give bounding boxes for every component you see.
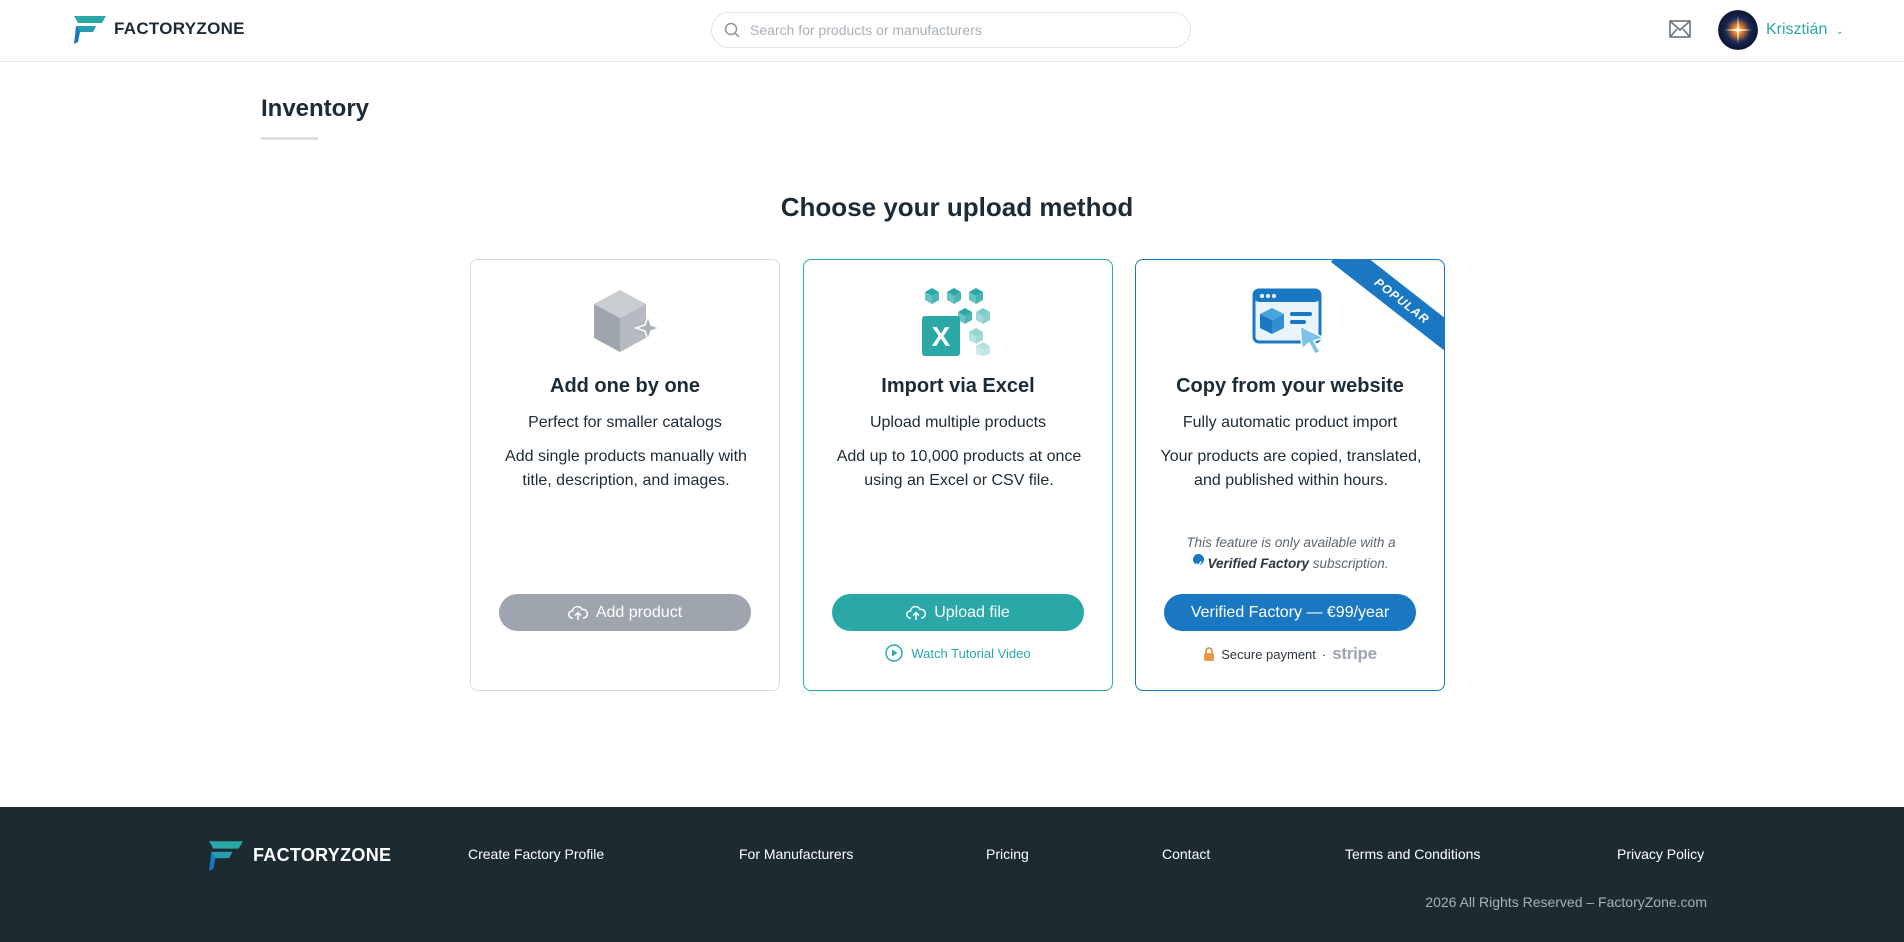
stripe-logo: stripe (1332, 644, 1377, 663)
verified-check-icon (1193, 554, 1205, 567)
note-bold: Verified Factory (1207, 556, 1309, 571)
separator: · (1321, 646, 1327, 662)
chevron-down-icon: ⌄ (1835, 25, 1844, 37)
secure-payment-info: Secure payment · stripe (1136, 644, 1444, 664)
title-underline (261, 137, 318, 140)
avatar (1718, 10, 1758, 50)
messages-button[interactable] (1669, 20, 1691, 43)
copyright-text: 2026 All Rights Reserved – FactoryZone.c… (1425, 894, 1707, 910)
add-product-button[interactable]: Add product (499, 594, 751, 631)
note-prefix: This feature is only available with a (1186, 535, 1396, 550)
card-subtitle: Upload multiple products (869, 414, 1047, 431)
site-logo[interactable]: FACTORYZONE (72, 14, 245, 44)
svg-text:X: X (932, 321, 951, 352)
excel-cubes-icon: X (922, 288, 990, 356)
footer-link-create-factory-profile[interactable]: Create Factory Profile (468, 846, 604, 862)
card-subtitle: Perfect for smaller catalogs (528, 414, 722, 431)
upload-file-button[interactable]: Upload file (832, 594, 1084, 631)
cloud-upload-icon (906, 605, 927, 620)
factoryzone-logo-icon (74, 16, 106, 44)
footer-link-pricing[interactable]: Pricing (986, 846, 1029, 862)
footer-link-privacy[interactable]: Privacy Policy (1617, 846, 1704, 862)
search-icon (724, 22, 740, 38)
button-label: Add product (595, 603, 683, 621)
secure-label: Secure payment (1221, 646, 1316, 662)
note-suffix: subscription. (1312, 556, 1389, 571)
card-description: Add up to 10,000 products at once using … (836, 448, 1082, 489)
user-menu[interactable]: Krisztián ⌄ (1718, 10, 1844, 50)
page-title: Inventory (261, 95, 370, 122)
button-label: Upload file (934, 603, 1010, 621)
card-subtitle: Fully automatic product import (1182, 414, 1398, 431)
card-title: Add one by one (550, 375, 700, 397)
factoryzone-logo-icon (209, 841, 243, 871)
logo-text: FACTORYZONE (114, 19, 245, 38)
play-circle-icon (885, 644, 904, 662)
footer-link-for-manufacturers[interactable]: For Manufacturers (739, 846, 853, 862)
mail-icon (1669, 20, 1691, 38)
site-footer: FACTORYZONE Create Factory Profile For M… (0, 807, 1904, 942)
card-add-one-by-one: Add one by one Perfect for smaller catal… (470, 259, 780, 691)
cloud-upload-icon (567, 605, 588, 620)
lock-icon (1204, 647, 1215, 661)
card-import-excel: X Import via Excel Upload multiple produ… (803, 259, 1113, 691)
search-bar[interactable] (711, 12, 1191, 48)
footer-logo[interactable]: FACTORYZONE (207, 839, 391, 871)
card-title: Import via Excel (881, 375, 1035, 397)
box-sparkle-icon (594, 290, 662, 352)
card-copy-website: POPULAR Copy from your website Fully aut… (1135, 259, 1445, 691)
tutorial-label: Watch Tutorial Video (911, 645, 1031, 661)
footer-link-contact[interactable]: Contact (1162, 846, 1210, 862)
user-name: Krisztián (1766, 21, 1828, 38)
footer-link-terms[interactable]: Terms and Conditions (1345, 846, 1480, 862)
verified-factory-button[interactable]: Verified Factory — €99/year (1164, 594, 1416, 631)
card-description: Your products are copied, translated, an… (1160, 448, 1422, 489)
search-input[interactable] (750, 22, 1170, 38)
watch-tutorial-link[interactable]: Watch Tutorial Video (804, 644, 1112, 662)
card-title: Copy from your website (1176, 375, 1404, 397)
card-description: Add single products manually with title,… (505, 448, 747, 489)
button-label: Verified Factory — €99/year (1190, 603, 1390, 621)
website-import-icon (1252, 288, 1327, 355)
subscription-note: This feature is only available with a Ve… (1156, 532, 1426, 574)
upload-method-heading: Choose your upload method (780, 192, 1134, 222)
footer-logo-text: FACTORYZONE (253, 844, 392, 865)
top-header: FACTORYZONE Search for products or manuf… (0, 0, 1904, 62)
